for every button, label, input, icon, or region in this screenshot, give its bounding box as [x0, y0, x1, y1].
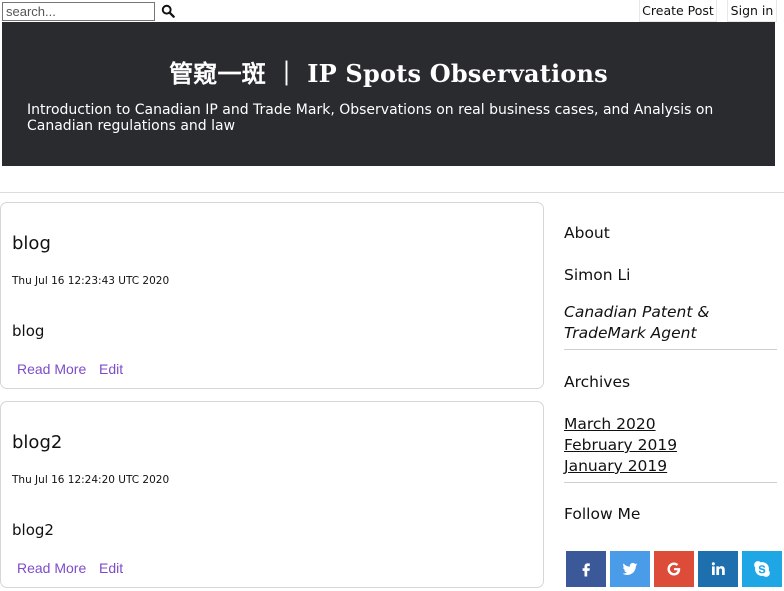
sign-in-button[interactable]: Sign in	[727, 0, 777, 22]
site-title[interactable]: 管窥一斑 ｜ IP Spots Observations	[2, 54, 775, 89]
linkedin-icon	[711, 562, 725, 575]
site-header: 管窥一斑 ｜ IP Spots Observations Introductio…	[2, 22, 775, 166]
author-role: Canadian Patent & TradeMark Agent	[564, 303, 710, 342]
google-plus-icon	[667, 562, 681, 576]
sidebar-divider	[564, 482, 777, 483]
post-title[interactable]: blog2	[12, 432, 62, 453]
skype-icon	[754, 561, 770, 577]
archives-heading: Archives	[564, 373, 631, 391]
post-excerpt: blog	[12, 322, 45, 340]
twitter-icon	[622, 562, 638, 575]
facebook-button[interactable]	[566, 551, 606, 587]
archive-link[interactable]: March 2020	[564, 415, 656, 433]
linkedin-button[interactable]	[698, 551, 738, 587]
post-date: Thu Jul 16 12:24:20 UTC 2020	[12, 474, 170, 486]
read-more-link[interactable]: Read More	[17, 361, 86, 377]
skype-button[interactable]	[742, 551, 782, 587]
search-icon	[161, 4, 175, 18]
post-card: blog2 Thu Jul 16 12:24:20 UTC 2020 blog2…	[0, 401, 544, 588]
site-description: Introduction to Canadian IP and Trade Ma…	[27, 102, 714, 134]
follow-heading: Follow Me	[564, 505, 641, 523]
facebook-icon	[582, 563, 590, 577]
about-heading: About	[564, 224, 610, 242]
search-button[interactable]	[160, 4, 176, 20]
create-post-button[interactable]: Create Post	[639, 0, 717, 22]
edit-link[interactable]: Edit	[99, 560, 123, 576]
archive-link[interactable]: January 2019	[564, 457, 667, 475]
post-excerpt: blog2	[12, 521, 54, 539]
post-date: Thu Jul 16 12:23:43 UTC 2020	[12, 275, 170, 287]
post-title[interactable]: blog	[12, 233, 51, 254]
google-plus-button[interactable]	[654, 551, 694, 587]
twitter-button[interactable]	[610, 551, 650, 587]
author-name: Simon Li	[564, 266, 631, 284]
sidebar-divider	[564, 349, 777, 350]
header-divider	[0, 192, 784, 193]
archive-link[interactable]: February 2019	[564, 436, 677, 454]
post-card: blog Thu Jul 16 12:23:43 UTC 2020 blog R…	[0, 202, 544, 389]
edit-link[interactable]: Edit	[99, 361, 123, 377]
search-input[interactable]	[2, 2, 155, 21]
top-bar: Create Post Sign in	[0, 0, 784, 22]
read-more-link[interactable]: Read More	[17, 560, 86, 576]
